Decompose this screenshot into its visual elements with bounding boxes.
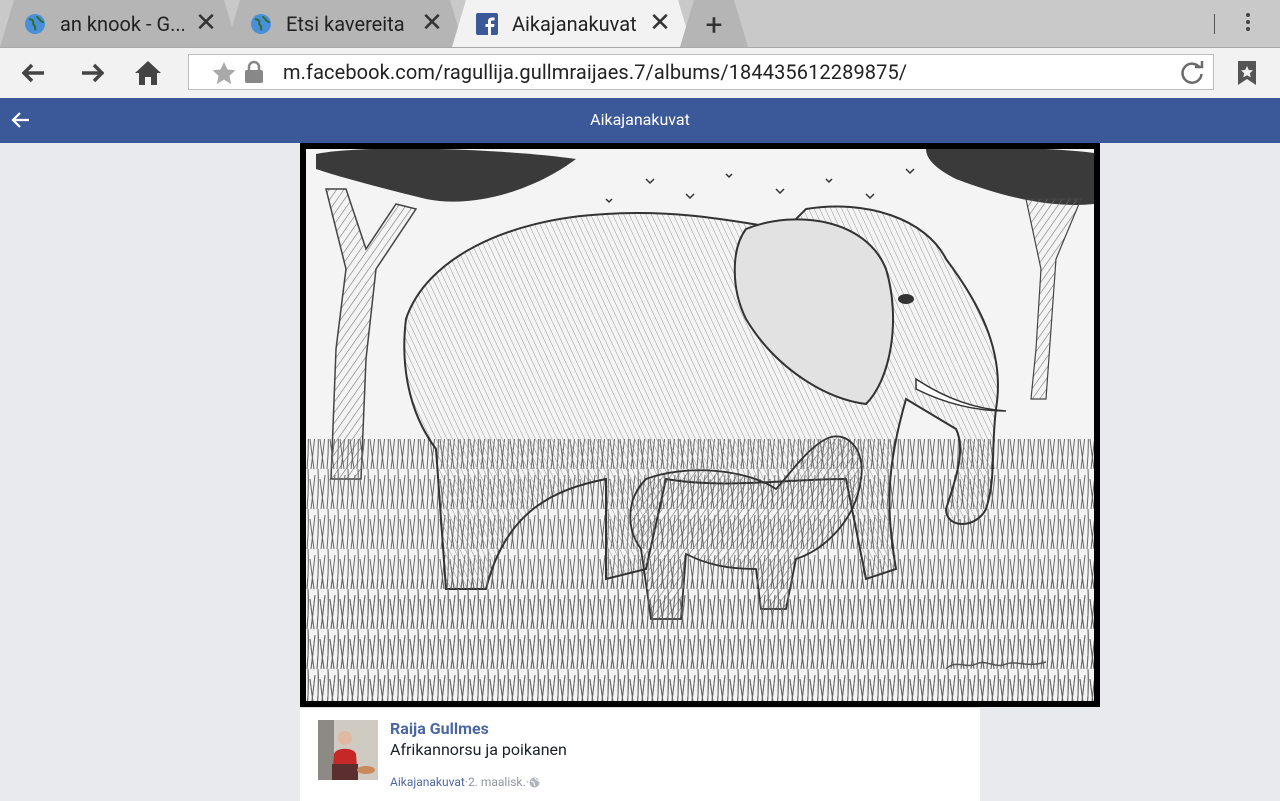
close-tab-icon[interactable]: ✕ (648, 8, 672, 38)
post-date[interactable]: 2. maalisk. (468, 775, 526, 789)
reload-icon[interactable] (1179, 60, 1205, 86)
star-icon[interactable] (211, 61, 237, 85)
tab-strip: an knook - G... ✕ Etsi kavereita ✕ Aikaj… (0, 0, 1280, 48)
close-tab-icon[interactable]: ✕ (194, 8, 218, 38)
globe-icon (251, 13, 271, 34)
new-tab-button[interactable]: + (680, 0, 748, 47)
browser-tab-2[interactable]: Etsi kavereita ✕ (226, 0, 464, 47)
avatar[interactable] (318, 720, 378, 780)
browser-tab-3-active[interactable]: Aikajanakuvat ✕ (452, 0, 692, 47)
overflow-menu-icon[interactable] (1238, 10, 1258, 38)
bookmarks-icon[interactable] (1236, 60, 1258, 86)
album-photo[interactable] (300, 143, 1100, 707)
page-title: Aikajanakuvat (590, 110, 690, 129)
facebook-icon (476, 12, 498, 35)
globe-privacy-icon (529, 777, 540, 787)
close-tab-icon[interactable]: ✕ (420, 8, 444, 38)
plus-icon: + (705, 8, 723, 43)
post-author-link[interactable]: Raija Gullmes (390, 719, 489, 738)
tab-title: an knook - G... (60, 11, 184, 36)
elephant-drawing-image (306, 149, 1094, 701)
back-button[interactable] (14, 56, 54, 90)
photo-post-card: Raija Gullmes Afrikannorsu ja poikanen A… (300, 707, 980, 801)
arrow-left-icon (22, 63, 44, 83)
facebook-header: Aikajanakuvat (0, 98, 1280, 143)
post-caption: Afrikannorsu ja poikanen (390, 740, 567, 759)
album-link[interactable]: Aikajanakuvat (390, 775, 465, 789)
forward-button[interactable] (72, 56, 112, 90)
url-text[interactable]: m.facebook.com/ragullija.gullmraijaes.7/… (283, 60, 907, 84)
home-icon (135, 61, 161, 85)
home-button[interactable] (128, 56, 168, 90)
post-meta: Aikajanakuvat · 2. maalisk. · (390, 775, 540, 789)
lock-icon (245, 60, 263, 83)
address-bar[interactable]: m.facebook.com/ragullija.gullmraijaes.7/… (188, 54, 1214, 90)
divider (1214, 14, 1215, 34)
globe-icon (25, 13, 45, 34)
browser-tab-1[interactable]: an knook - G... ✕ (0, 0, 238, 47)
arrow-right-icon (82, 63, 104, 83)
